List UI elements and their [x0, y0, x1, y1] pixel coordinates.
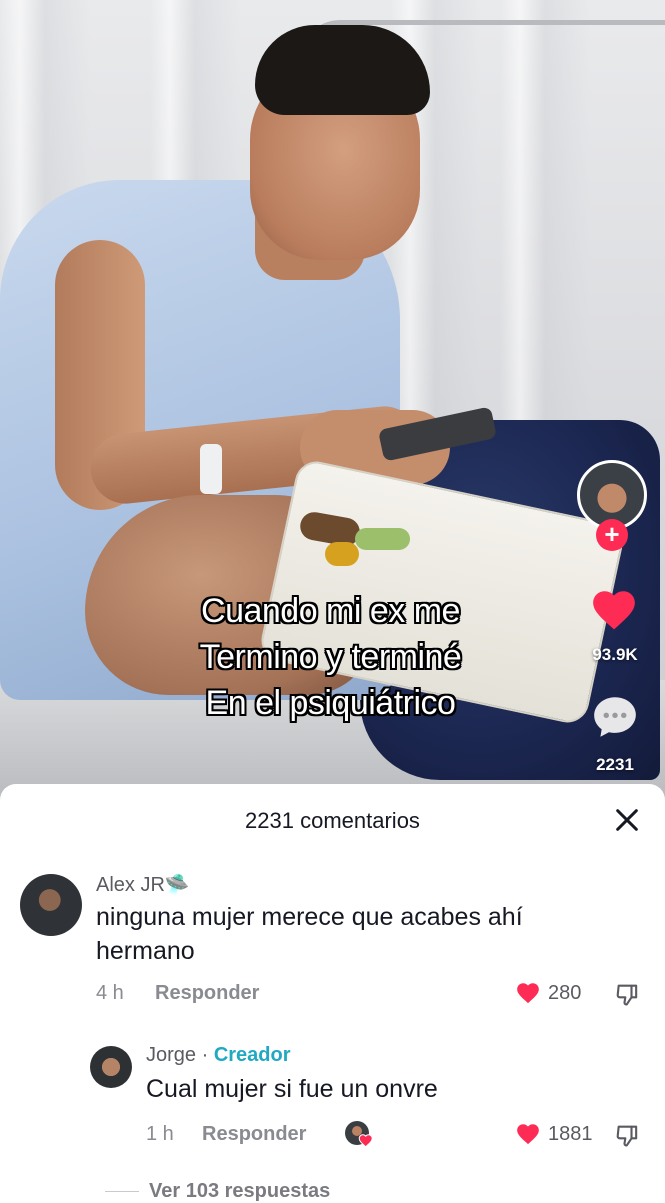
comment-text: ninguna mujer merece que acabes ahí herm…	[96, 900, 523, 968]
food	[325, 542, 359, 566]
video-caption: Cuando mi ex me Termino y terminé En el …	[0, 588, 665, 726]
plus-icon: +	[604, 519, 620, 549]
heart-icon[interactable]	[588, 585, 640, 635]
comment-icon[interactable]	[589, 692, 641, 742]
reply-text: Cual mujer si fue un onvre	[146, 1075, 438, 1103]
divider	[105, 1191, 139, 1192]
wristband	[200, 444, 222, 494]
heart-icon	[517, 1124, 539, 1145]
reply-button[interactable]: Responder	[202, 1123, 306, 1146]
comment-time: 4 h	[96, 982, 124, 1004]
comments-sheet: 2231 comentarios Alex JR🛸 ninguna mujer …	[0, 784, 665, 1202]
comments-title: 2231 comentarios	[245, 808, 420, 833]
caption-line: Termino y terminé	[199, 638, 462, 676]
video-player[interactable]: Cuando mi ex me Termino y terminé En el …	[0, 0, 665, 800]
comment-like-count: 280	[548, 981, 582, 1004]
comment-text-line: ninguna mujer merece que acabes ahí	[96, 903, 523, 931]
reply-like-count: 1881	[548, 1122, 593, 1145]
avatar[interactable]	[20, 874, 82, 936]
creator-liked-icon	[345, 1121, 373, 1148]
comment-text-line: hermano	[96, 937, 195, 965]
hair	[255, 25, 430, 115]
comment-username[interactable]: Alex JR🛸	[96, 872, 190, 897]
comment-count: 2231	[596, 755, 634, 774]
reply-button[interactable]: Responder	[155, 982, 259, 1005]
caption-line: En el psiquiátrico	[205, 684, 456, 722]
dislike-icon[interactable]	[614, 981, 642, 1009]
reply-username[interactable]: Jorge	[146, 1044, 196, 1066]
caption-line: Cuando mi ex me	[201, 592, 460, 630]
follow-button[interactable]: +	[596, 519, 628, 551]
food	[355, 528, 410, 550]
separator: ·	[201, 1044, 209, 1066]
creator-badge: Creador	[213, 1044, 291, 1066]
avatar[interactable]	[90, 1046, 132, 1088]
reply-username-row: Jorge · Creador	[146, 1044, 291, 1067]
comment-like-button[interactable]: 280	[514, 980, 581, 1006]
close-icon[interactable]	[611, 804, 643, 836]
reply-like-button[interactable]: 1881	[514, 1121, 593, 1147]
dislike-icon[interactable]	[614, 1122, 642, 1150]
reply-time: 1 h	[146, 1123, 174, 1145]
like-count: 93.9K	[592, 645, 638, 664]
heart-icon	[517, 983, 539, 1004]
